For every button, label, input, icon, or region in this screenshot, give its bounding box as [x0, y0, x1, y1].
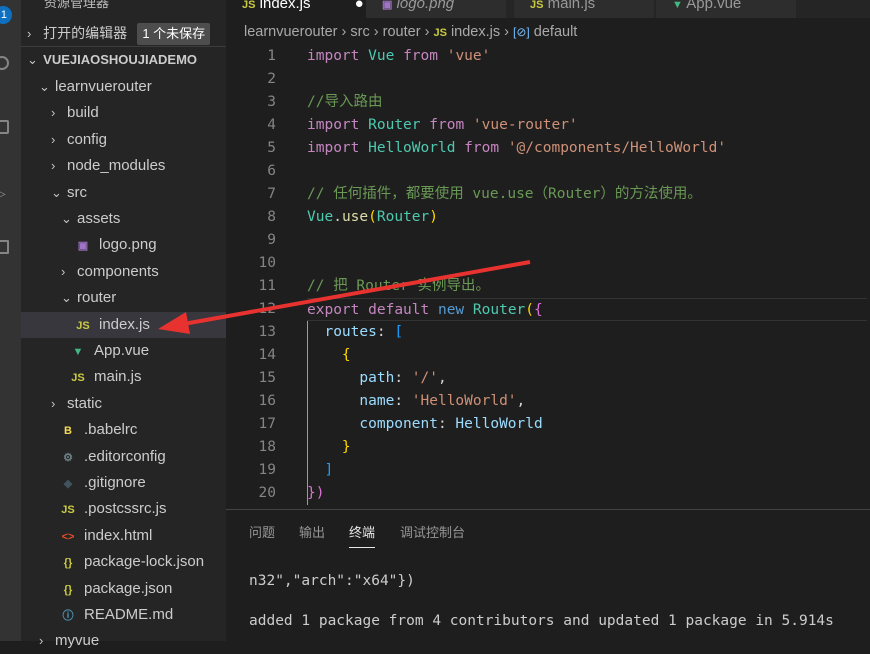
arrow-shaft [177, 260, 531, 327]
arrow-head [158, 312, 190, 334]
annotation-arrow [158, 260, 531, 334]
